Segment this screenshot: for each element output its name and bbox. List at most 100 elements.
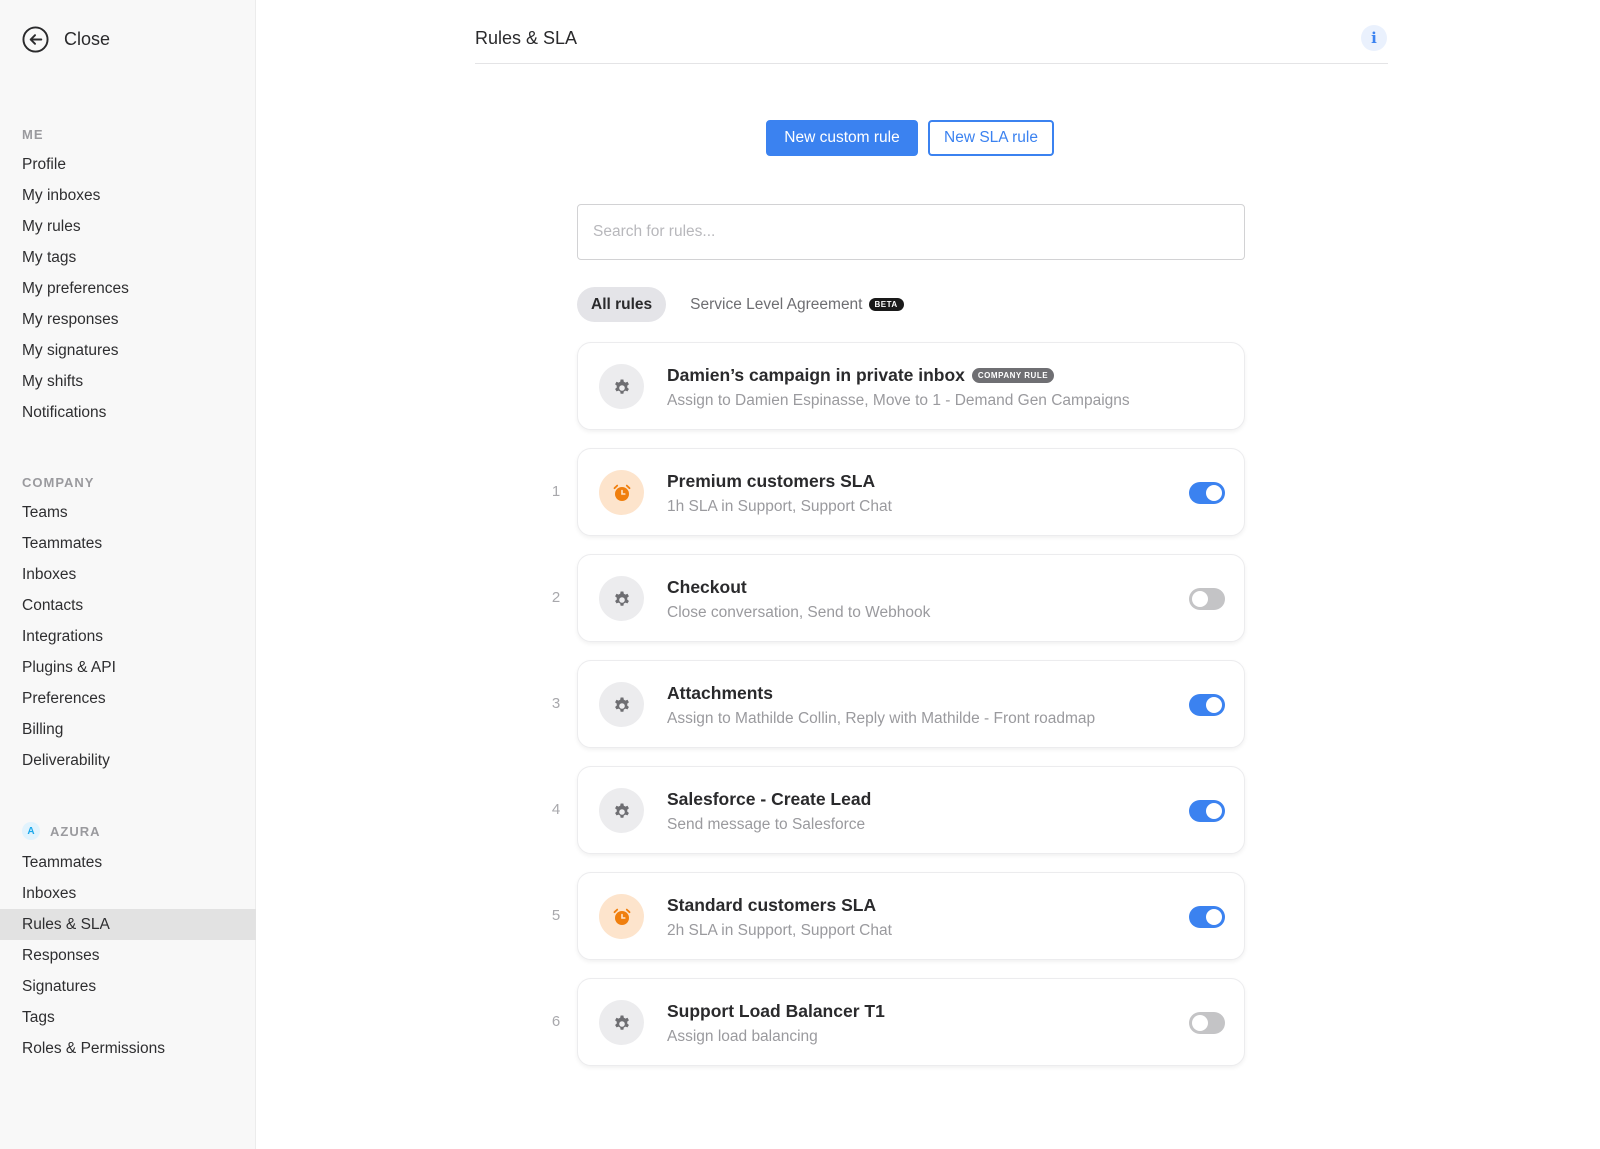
tab-service-level-agreement[interactable]: Service Level Agreement BETA — [676, 287, 918, 322]
sidebar-item-plugins-api[interactable]: Plugins & API — [0, 652, 256, 683]
close-label: Close — [64, 29, 111, 49]
rule-name: Premium customers SLA — [667, 471, 875, 492]
rule-enabled-toggle[interactable] — [1189, 800, 1225, 822]
sidebar-item-azura-inboxes[interactable]: Inboxes — [0, 878, 256, 909]
rule-description: 1h SLA in Support, Support Chat — [667, 498, 892, 515]
info-icon: i — [1371, 29, 1377, 47]
sidebar-item-roles-permissions[interactable]: Roles & Permissions — [0, 1033, 256, 1064]
rule-index: 6 — [551, 1013, 561, 1030]
sidebar-item-integrations[interactable]: Integrations — [0, 621, 256, 652]
rule-row: 2 Checkout Close conversation, Send to We… — [530, 554, 1250, 642]
sidebar-item-azura-teammates[interactable]: Teammates — [0, 847, 256, 878]
sidebar-item-billing[interactable]: Billing — [0, 714, 256, 745]
nav-list-me: Profile My inboxes My rules My tags My p… — [0, 149, 256, 428]
rule-index — [546, 342, 566, 430]
sidebar-item-my-rules[interactable]: My rules — [0, 211, 256, 242]
rule-card[interactable]: Checkout Close conversation, Send to Webh… — [577, 554, 1245, 642]
sidebar-item-my-tags[interactable]: My tags — [0, 242, 256, 273]
sidebar-item-profile[interactable]: Profile — [0, 149, 256, 180]
rule-description: Assign to Damien Espinasse, Move to 1 - … — [667, 392, 1130, 409]
sidebar-item-teammates[interactable]: Teammates — [0, 528, 256, 559]
tab-all-rules[interactable]: All rules — [577, 287, 667, 322]
rule-name-text: Damien’s campaign in private inbox — [667, 365, 965, 385]
section-header-me: ME — [22, 127, 44, 142]
nav-list-azura: Teammates Inboxes Rules & SLA Responses … — [0, 847, 256, 1064]
sidebar-item-notifications[interactable]: Notifications — [0, 397, 256, 428]
rule-name-text: Checkout — [667, 577, 747, 597]
rule-enabled-toggle[interactable] — [1189, 906, 1225, 928]
info-button[interactable]: i — [1361, 25, 1387, 51]
rule-description: Assign to Mathilde Collin, Reply with Ma… — [667, 710, 1096, 727]
gear-icon — [599, 364, 644, 409]
rule-row: 4 Salesforce - Create Lead Send message t… — [530, 766, 1250, 854]
toggle-knob — [1192, 591, 1208, 607]
gear-icon — [599, 1000, 644, 1045]
rule-name-text: Salesforce - Create Lead — [667, 789, 872, 809]
rule-card[interactable]: Standard customers SLA 2h SLA in Support,… — [577, 872, 1245, 960]
close-button[interactable]: Close — [22, 26, 110, 53]
sidebar-item-contacts[interactable]: Contacts — [0, 590, 256, 621]
section-header-azura-label: AZURA — [50, 823, 101, 839]
rule-card[interactable]: Attachments Assign to Mathilde Collin, Re… — [577, 660, 1245, 748]
sidebar-item-my-shifts[interactable]: My shifts — [0, 366, 256, 397]
search-input[interactable] — [577, 204, 1245, 260]
rule-filter-tabs: All rules Service Level Agreement BETA — [577, 287, 918, 322]
new-custom-rule-button[interactable]: New custom rule — [766, 120, 918, 156]
sidebar-item-tags[interactable]: Tags — [0, 1002, 256, 1033]
rule-name: Attachments — [667, 683, 773, 704]
rule-card[interactable]: Premium customers SLA 1h SLA in Support, … — [577, 448, 1245, 536]
toggle-knob — [1206, 697, 1222, 713]
gear-icon — [599, 788, 644, 833]
section-header-company: COMPANY — [22, 475, 95, 490]
rule-index: 4 — [551, 801, 561, 818]
rule-row: Damien’s campaign in private inbox COMPAN… — [530, 342, 1250, 430]
rule-row: 6 Support Load Balancer T1 Assign load ba… — [530, 978, 1250, 1066]
rule-description: 2h SLA in Support, Support Chat — [667, 922, 892, 939]
alarm-clock-icon — [599, 894, 644, 939]
rule-name-text: Standard customers SLA — [667, 895, 877, 915]
rule-name-text: Attachments — [667, 683, 773, 703]
rule-index: 3 — [551, 695, 561, 712]
rule-index: 5 — [551, 907, 561, 924]
alarm-clock-icon — [599, 470, 644, 515]
rule-name: Support Load Balancer T1 — [667, 1001, 885, 1022]
rule-name: Damien’s campaign in private inbox COMPAN… — [667, 365, 1055, 386]
rule-row: 3 Attachments Assign to Mathilde Collin, … — [530, 660, 1250, 748]
new-sla-rule-button[interactable]: New SLA rule — [928, 120, 1054, 156]
rule-card[interactable]: Salesforce - Create Lead Send message to … — [577, 766, 1245, 854]
sidebar: Close ME Profile My inboxes My rules My … — [0, 0, 256, 1149]
sidebar-item-inboxes[interactable]: Inboxes — [0, 559, 256, 590]
toggle-knob — [1192, 1015, 1208, 1031]
company-rule-badge: COMPANY RULE — [971, 368, 1055, 383]
sidebar-item-my-signatures[interactable]: My signatures — [0, 335, 256, 366]
sidebar-item-preferences[interactable]: Preferences — [0, 683, 256, 714]
sidebar-item-responses[interactable]: Responses — [0, 940, 256, 971]
rule-index: 2 — [551, 589, 561, 606]
rule-card[interactable]: Support Load Balancer T1 Assign load bala… — [577, 978, 1245, 1066]
toggle-knob — [1206, 803, 1222, 819]
page-title: Rules & SLA — [475, 28, 578, 48]
rule-name: Standard customers SLA — [667, 895, 876, 916]
sidebar-item-teams[interactable]: Teams — [0, 497, 256, 528]
rule-enabled-toggle[interactable] — [1189, 694, 1225, 716]
rule-description: Close conversation, Send to Webhook — [667, 604, 931, 621]
sidebar-item-my-inboxes[interactable]: My inboxes — [0, 180, 256, 211]
rule-card[interactable]: Damien’s campaign in private inbox COMPAN… — [577, 342, 1245, 430]
toggle-knob — [1206, 485, 1222, 501]
tab-all-rules-label: All rules — [591, 295, 653, 313]
sidebar-item-signatures[interactable]: Signatures — [0, 971, 256, 1002]
nav-list-company: Teams Teammates Inboxes Contacts Integra… — [0, 497, 256, 776]
beta-badge: BETA — [868, 298, 904, 311]
rule-row: 1 Premium customers SLA 1h SLA in Support… — [530, 448, 1250, 536]
sidebar-item-rules-sla[interactable]: Rules & SLA — [0, 909, 256, 940]
rule-description: Send message to Salesforce — [667, 816, 866, 833]
sidebar-item-my-preferences[interactable]: My preferences — [0, 273, 256, 304]
rule-enabled-toggle[interactable] — [1189, 482, 1225, 504]
sidebar-item-my-responses[interactable]: My responses — [0, 304, 256, 335]
header-divider — [475, 63, 1388, 64]
rule-enabled-toggle[interactable] — [1189, 588, 1225, 610]
toggle-knob — [1206, 909, 1222, 925]
rule-description: Assign load balancing — [667, 1028, 818, 1045]
sidebar-item-deliverability[interactable]: Deliverability — [0, 745, 256, 776]
rule-enabled-toggle[interactable] — [1189, 1012, 1225, 1034]
